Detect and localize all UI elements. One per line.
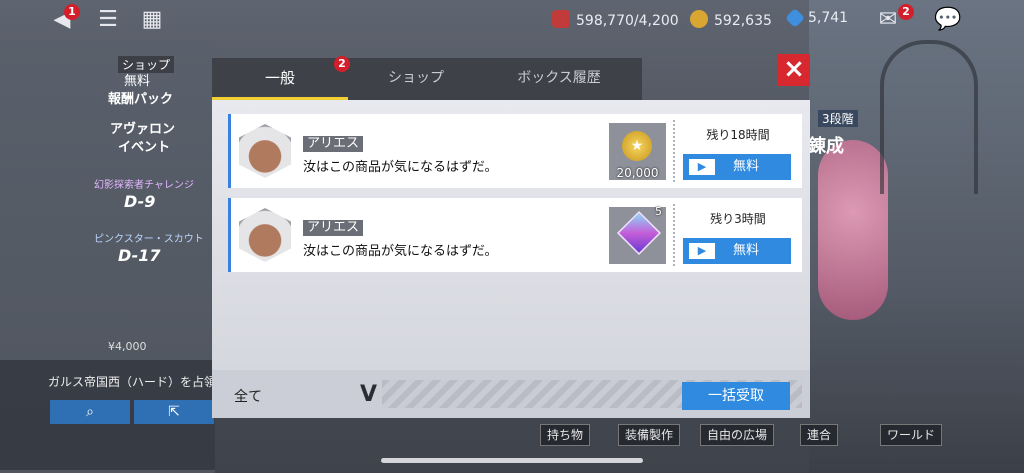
magnifier-icon: ⌕: [86, 404, 94, 420]
shop-pack-label: 報酬パック: [108, 92, 174, 107]
mail-badge: 2: [898, 4, 914, 20]
power-icon: [552, 10, 570, 28]
top-hud: ◀ 1 ☰ ▦ 598,770/4,200 592,635 5,741 ✉ 2 …: [0, 0, 1024, 40]
tab-shop[interactable]: ショップ: [348, 58, 484, 100]
gold-resource: 592,635: [690, 10, 772, 29]
tab-box-history[interactable]: ボックス履歴: [484, 58, 634, 100]
union-button[interactable]: 連合: [800, 424, 839, 446]
watch-ad-free-button[interactable]: ▶ 無料: [683, 238, 791, 264]
plaza-button[interactable]: 自由の広場: [700, 424, 775, 446]
chevron-down-icon[interactable]: V: [360, 382, 377, 407]
event-line2: イベント: [118, 140, 171, 155]
tab-bar: 一般 2 ショップ ボックス履歴: [212, 56, 642, 106]
home-indicator[interactable]: [381, 458, 643, 463]
sender-name: アリエス: [303, 220, 364, 236]
power-resource: 598,770/4,200: [552, 10, 679, 29]
gold-icon: [690, 10, 708, 28]
shop-free-label: 無料: [124, 74, 151, 89]
share-icon: ⇱: [168, 404, 180, 420]
inventory-button[interactable]: 持ち物: [540, 424, 591, 446]
time-remaining: 残り3時間: [710, 212, 766, 226]
stage2-title: ピンクスター・スカウト: [94, 234, 204, 245]
search-button[interactable]: ⌕: [50, 400, 130, 424]
gem-icon: [785, 8, 805, 28]
pink-character: [818, 140, 888, 320]
sender-avatar: [239, 208, 291, 262]
chat-icon[interactable]: 💬: [934, 6, 962, 34]
mail-row: アリエス 汝はこの商品が気になるはずだ。 ★ 20,000 残り18時間 ▶ 無…: [228, 114, 802, 188]
video-icon: ▶: [689, 243, 715, 259]
price-label: ¥4,000: [108, 340, 147, 353]
collect-all-button[interactable]: 一括受取: [682, 382, 790, 410]
conquest-text: ガルス帝国西（ハード）を占領: [48, 375, 217, 389]
free-label: 無料: [733, 243, 760, 258]
video-icon: ▶: [689, 159, 715, 175]
tier-label: 3段階: [818, 110, 858, 127]
row-divider: [673, 120, 675, 182]
event-line1: アヴァロン: [110, 122, 176, 137]
gold-value: 592,635: [714, 13, 772, 29]
reward-item[interactable]: ★ 20,000: [609, 123, 666, 180]
filter-all-label[interactable]: 全て: [234, 386, 262, 406]
calendar-icon[interactable]: ▦: [138, 6, 166, 34]
watch-ad-free-button[interactable]: ▶ 無料: [683, 154, 791, 180]
gold-coin-icon: ★: [622, 131, 652, 161]
quest-list-icon[interactable]: ☰: [94, 6, 122, 34]
row-divider: [673, 204, 675, 266]
close-button[interactable]: ×: [778, 54, 810, 86]
time-remaining: 残り18時間: [706, 128, 770, 142]
dialog-footer: 全て V 一括受取: [212, 370, 810, 418]
crafting-button[interactable]: 装備製作: [618, 424, 681, 446]
mail-message: 汝はこの商品が気になるはずだ。: [303, 244, 498, 259]
reward-quantity: 20,000: [616, 166, 659, 180]
stage1-title: 幻影探索者チャレンジ: [94, 180, 194, 191]
stage2-code: D-17: [118, 246, 161, 265]
share-button[interactable]: ⇱: [134, 400, 214, 424]
refine-label: 錬成: [808, 136, 844, 157]
stage1-code: D-9: [124, 192, 156, 211]
notification-badge: 1: [64, 4, 80, 20]
free-label: 無料: [733, 159, 760, 174]
sender-avatar: [239, 124, 291, 178]
gem-resource: 5,741: [785, 8, 849, 28]
mail-dialog: 一般 2 ショップ ボックス履歴 × アリエス 汝はこの商品が気になるはずだ。 …: [212, 54, 810, 418]
tab-general[interactable]: 一般: [212, 58, 348, 100]
reward-item[interactable]: 5: [609, 205, 666, 264]
mail-message: 汝はこの商品が気になるはずだ。: [303, 160, 498, 175]
sender-name: アリエス: [303, 136, 364, 152]
gem-value: 5,741: [808, 10, 849, 26]
mail-row: アリエス 汝はこの商品が気になるはずだ。 5 残り3時間 ▶ 無料: [228, 198, 802, 272]
world-button[interactable]: ワールド: [880, 424, 943, 446]
window-arch: [880, 40, 978, 194]
mail-list: アリエス 汝はこの商品が気になるはずだ。 ★ 20,000 残り18時間 ▶ 無…: [212, 100, 810, 370]
power-value: 598,770/4,200: [576, 13, 679, 29]
tab-general-label: 一般: [264, 69, 295, 87]
reward-quantity: 5: [655, 205, 662, 218]
